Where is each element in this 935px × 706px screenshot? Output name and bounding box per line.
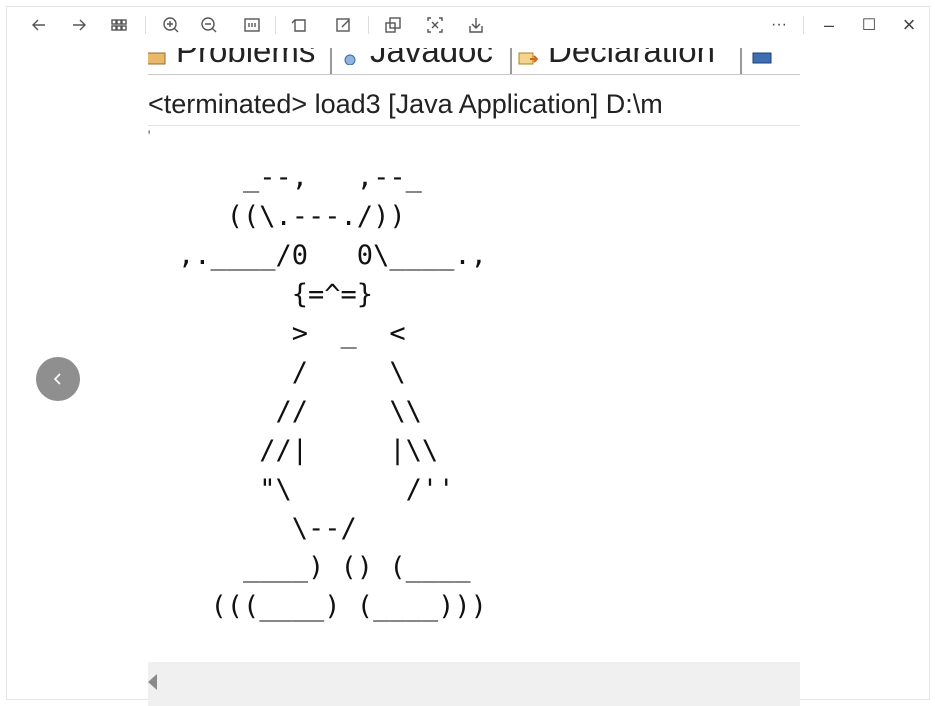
chevron-left-icon (53, 373, 61, 385)
problems-icon (148, 52, 166, 65)
grid-view-icon[interactable] (106, 12, 132, 38)
toolbar-separator (803, 16, 804, 34)
tab-divider (330, 48, 332, 74)
rotate-icon[interactable] (286, 12, 312, 38)
toolbar-separator (368, 16, 369, 34)
close-button[interactable]: × (896, 12, 922, 38)
download-icon[interactable] (463, 12, 489, 38)
console-icon (752, 52, 772, 64)
javadoc-icon (344, 54, 356, 65)
declaration-icon (518, 52, 538, 65)
toolbar-separator (275, 16, 276, 34)
previous-image-button[interactable] (36, 357, 80, 401)
console-tab (748, 48, 782, 71)
javadoc-tab-label: Javadoc (370, 48, 493, 69)
more-options-button[interactable]: ··· (766, 12, 792, 38)
console-header-divider (148, 125, 800, 126)
declaration-tab-label: Declaration (548, 48, 715, 69)
declaration-tab: Declaration (514, 48, 715, 71)
zoom-in-icon[interactable] (158, 12, 184, 38)
tab-divider (510, 48, 512, 74)
problems-tab: Problems (148, 48, 315, 71)
image-viewer-toolbar: ··· – ☐ × (0, 0, 935, 48)
forward-arrow-icon[interactable] (66, 12, 92, 38)
zoom-out-icon[interactable] (196, 12, 222, 38)
edit-icon[interactable] (331, 12, 357, 38)
ascii-art-output: _--, ,--_ ((\.---./)) ,.____/0 0\____., … (178, 162, 487, 622)
back-arrow-icon[interactable] (26, 12, 52, 38)
scroll-left-arrow-icon[interactable] (148, 674, 157, 690)
console-output-marker: ꞌ (148, 128, 151, 142)
horizontal-scrollbar[interactable] (148, 662, 800, 706)
javadoc-tab: Javadoc (336, 48, 493, 71)
problems-tab-label: Problems (176, 48, 316, 69)
displayed-image: Problems Javadoc Declaration <terminated… (148, 48, 800, 706)
actual-size-icon[interactable] (239, 12, 265, 38)
eclipse-tab-strip: Problems Javadoc Declaration (148, 48, 800, 75)
ocr-icon[interactable] (422, 12, 448, 38)
copy-image-icon[interactable] (380, 12, 406, 38)
toolbar-separator (145, 16, 146, 34)
tab-divider (740, 48, 742, 74)
console-header: <terminated> load3 [Java Application] D:… (148, 89, 663, 119)
minimize-button[interactable]: – (816, 12, 842, 38)
maximize-button[interactable]: ☐ (856, 12, 882, 38)
